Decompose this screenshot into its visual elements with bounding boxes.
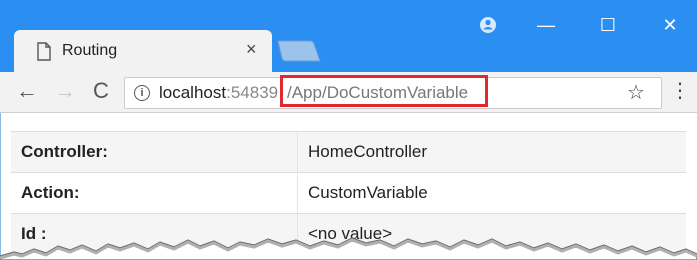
torn-paper-edge	[0, 237, 697, 260]
browser-toolbar: ← → C i localhost:54839 /App/DoCustomVar…	[0, 72, 697, 113]
minimize-button[interactable]: —	[526, 12, 566, 38]
new-tab-button[interactable]	[276, 39, 322, 63]
title-bar: Routing × — ☐ ✕	[0, 0, 697, 72]
tab-close-icon[interactable]: ×	[246, 39, 257, 59]
person-circle-icon[interactable]	[468, 12, 508, 38]
table-row: Action: CustomVariable	[11, 172, 686, 214]
tab-routing[interactable]: Routing ×	[14, 30, 272, 72]
row-key: Action:	[11, 172, 298, 214]
table-row: Controller: HomeController	[11, 131, 686, 173]
page-icon	[37, 42, 51, 61]
close-button[interactable]: ✕	[650, 12, 690, 38]
forward-arrow-icon[interactable]: →	[52, 78, 78, 104]
back-arrow-icon[interactable]: ←	[14, 78, 40, 104]
site-info-icon[interactable]: i	[134, 85, 150, 101]
tab-title: Routing	[62, 42, 118, 59]
maximize-button[interactable]: ☐	[588, 12, 628, 38]
menu-dots-icon[interactable]: ⋮	[670, 81, 690, 101]
reload-icon[interactable]: C	[88, 78, 114, 104]
url-port: :54839	[226, 83, 279, 102]
url-path-highlight	[280, 75, 488, 107]
row-value: HomeController	[297, 131, 686, 173]
url-host: localhost:54839	[159, 83, 278, 103]
bookmark-star-icon[interactable]: ☆	[627, 80, 645, 105]
browser-window: Routing × — ☐ ✕ ← → C i localhost:54839 …	[0, 0, 697, 260]
row-value: CustomVariable	[297, 172, 686, 214]
url-hostname: localhost	[159, 83, 227, 102]
address-bar[interactable]: i localhost:54839 /App/DoCustomVariable …	[124, 75, 662, 109]
row-key: Controller:	[11, 131, 298, 173]
